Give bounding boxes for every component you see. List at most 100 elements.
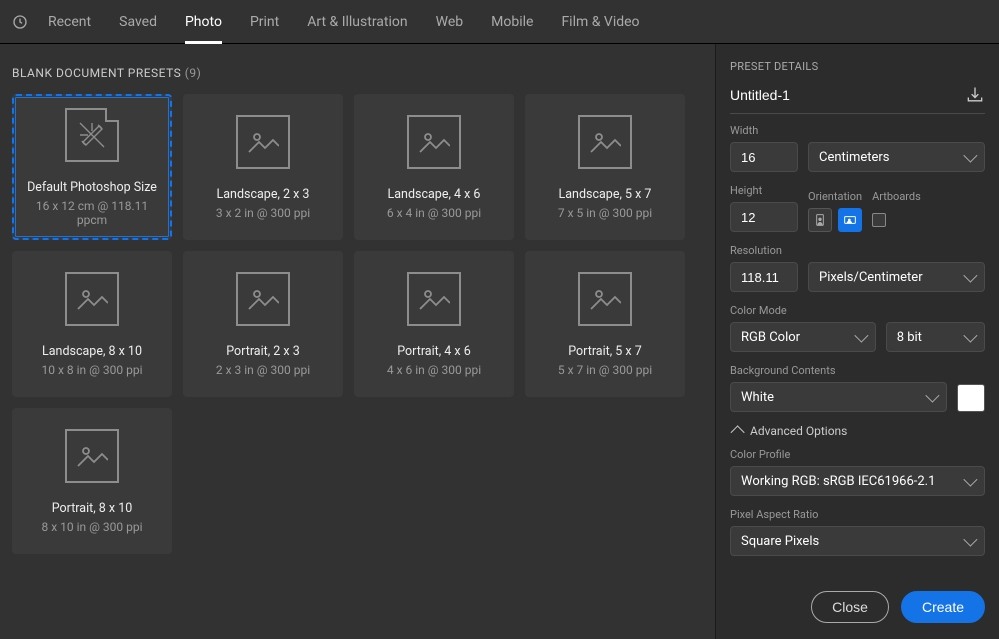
tab-saved[interactable]: Saved: [109, 0, 167, 44]
preset-title: Portrait, 4 x 6: [397, 344, 471, 359]
artboards-checkbox[interactable]: [872, 213, 886, 227]
pixel-aspect-ratio-label: Pixel Aspect Ratio: [730, 508, 985, 521]
tab-film-video[interactable]: Film & Video: [551, 0, 649, 44]
color-profile-label: Color Profile: [730, 448, 985, 461]
image-preset-icon: [407, 272, 461, 326]
tab-print[interactable]: Print: [240, 0, 289, 44]
color-mode-value: RGB Color: [741, 330, 800, 345]
image-preset-icon: [65, 272, 119, 326]
preset-subtitle: 16 x 12 cm @ 118.11 ppcm: [24, 199, 160, 227]
section-title: BLANK DOCUMENT PRESETS (9): [12, 66, 703, 80]
preset-card[interactable]: Portrait, 4 x 6 4 x 6 in @ 300 ppi: [354, 251, 514, 397]
resolution-input[interactable]: [730, 262, 798, 292]
preset-card[interactable]: Default Photoshop Size 16 x 12 cm @ 118.1…: [12, 94, 172, 240]
image-preset-icon: [236, 115, 290, 169]
tab-mobile[interactable]: Mobile: [481, 0, 543, 44]
width-input[interactable]: [730, 142, 798, 172]
close-button[interactable]: Close: [811, 591, 889, 623]
chevron-down-icon: [963, 473, 977, 487]
chevron-down-icon: [731, 425, 745, 439]
resolution-unit-select[interactable]: Pixels/Centimeter: [808, 262, 985, 292]
save-preset-icon[interactable]: [965, 85, 985, 105]
preset-title: Portrait, 5 x 7: [568, 344, 642, 359]
height-input[interactable]: [730, 202, 798, 232]
preset-subtitle: 2 x 3 in @ 300 ppi: [216, 363, 310, 377]
height-label: Height: [730, 184, 798, 197]
preset-subtitle: 10 x 8 in @ 300 ppi: [42, 363, 143, 377]
portrait-icon: [812, 212, 828, 228]
preset-grid: Default Photoshop Size 16 x 12 cm @ 118.1…: [12, 94, 703, 554]
background-value: White: [741, 390, 774, 405]
preset-panel: BLANK DOCUMENT PRESETS (9) Default Photo…: [0, 44, 715, 639]
tab-label: Print: [250, 14, 279, 30]
document-name-input[interactable]: [730, 83, 957, 107]
tab-art-illustration[interactable]: Art & Illustration: [297, 0, 417, 44]
color-profile-value: Working RGB: sRGB IEC61966-2.1: [741, 474, 935, 489]
preset-title: Portrait, 8 x 10: [52, 501, 133, 516]
preset-title: Landscape, 2 x 3: [217, 187, 310, 202]
preset-details-header: PRESET DETAILS: [730, 60, 985, 73]
default-preset-icon: [65, 108, 119, 162]
orientation-label: Orientation: [808, 190, 862, 203]
category-tabs: Recent Saved Photo Print Art & Illustrat…: [0, 0, 999, 44]
image-preset-icon: [407, 115, 461, 169]
width-unit-value: Centimeters: [819, 150, 890, 165]
preset-card[interactable]: Landscape, 2 x 33 x 2 in @ 300 ppi: [183, 94, 343, 240]
orientation-landscape-button[interactable]: [838, 208, 862, 232]
preset-subtitle: 5 x 7 in @ 300 ppi: [558, 363, 652, 377]
chevron-down-icon: [963, 149, 977, 163]
width-label: Width: [730, 124, 985, 137]
preset-title: Landscape, 5 x 7: [559, 187, 652, 202]
create-button[interactable]: Create: [901, 591, 985, 623]
section-title-text: BLANK DOCUMENT PRESETS: [12, 66, 181, 80]
preset-title: Portrait, 2 x 3: [226, 344, 300, 359]
tab-label: Web: [436, 14, 464, 30]
background-contents-label: Background Contents: [730, 364, 985, 377]
preset-title: Landscape, 4 x 6: [388, 187, 481, 202]
chevron-down-icon: [963, 269, 977, 283]
advanced-options-toggle[interactable]: Advanced Options: [730, 424, 985, 438]
preset-subtitle: 4 x 6 in @ 300 ppi: [387, 363, 481, 377]
preset-card[interactable]: Landscape, 8 x 10 10 x 8 in @ 300 ppi: [12, 251, 172, 397]
chevron-down-icon: [963, 329, 977, 343]
color-profile-select[interactable]: Working RGB: sRGB IEC61966-2.1: [730, 466, 985, 496]
bit-depth-select[interactable]: 8 bit: [886, 322, 985, 352]
chevron-down-icon: [854, 329, 868, 343]
landscape-icon: [842, 212, 858, 228]
tab-photo[interactable]: Photo: [175, 0, 232, 44]
orientation-portrait-button[interactable]: [808, 208, 832, 232]
tab-label: Film & Video: [561, 14, 639, 30]
section-count: (9): [185, 66, 202, 80]
preset-card[interactable]: Portrait, 8 x 10 8 x 10 in @ 300 ppi: [12, 408, 172, 554]
preset-title: Landscape, 8 x 10: [42, 344, 142, 359]
recent-icon: [12, 14, 28, 30]
artboards-label: Artboards: [872, 190, 921, 203]
background-contents-select[interactable]: White: [730, 382, 947, 412]
tab-label: Photo: [185, 14, 222, 30]
chevron-down-icon: [925, 389, 939, 403]
tab-recent[interactable]: Recent: [38, 0, 101, 44]
chevron-down-icon: [963, 533, 977, 547]
preset-card[interactable]: Portrait, 2 x 3 2 x 3 in @ 300 ppi: [183, 251, 343, 397]
tab-label: Art & Illustration: [307, 14, 407, 30]
background-color-swatch[interactable]: [957, 384, 985, 412]
preset-title: Default Photoshop Size: [27, 180, 157, 195]
preset-subtitle: 8 x 10 in @ 300 ppi: [42, 520, 143, 534]
resolution-label: Resolution: [730, 244, 985, 257]
color-mode-select[interactable]: RGB Color: [730, 322, 876, 352]
image-preset-icon: [236, 272, 290, 326]
preset-card[interactable]: Landscape, 5 x 7 7 x 5 in @ 300 ppi: [525, 94, 685, 240]
preset-card[interactable]: Portrait, 5 x 7 5 x 7 in @ 300 ppi: [525, 251, 685, 397]
tab-web[interactable]: Web: [426, 0, 474, 44]
preset-subtitle: 7 x 5 in @ 300 ppi: [558, 206, 652, 220]
width-unit-select[interactable]: Centimeters: [808, 142, 985, 172]
preset-card[interactable]: Landscape, 4 x 6 6 x 4 in @ 300 ppi: [354, 94, 514, 240]
create-label: Create: [922, 599, 964, 615]
pixel-aspect-ratio-select[interactable]: Square Pixels: [730, 526, 985, 556]
close-label: Close: [832, 599, 868, 615]
tab-label: Recent: [48, 14, 91, 30]
advanced-options-label: Advanced Options: [750, 424, 847, 438]
preset-subtitle: 6 x 4 in @ 300 ppi: [387, 206, 481, 220]
tab-label: Saved: [119, 14, 157, 30]
pixel-aspect-value: Square Pixels: [741, 534, 819, 549]
